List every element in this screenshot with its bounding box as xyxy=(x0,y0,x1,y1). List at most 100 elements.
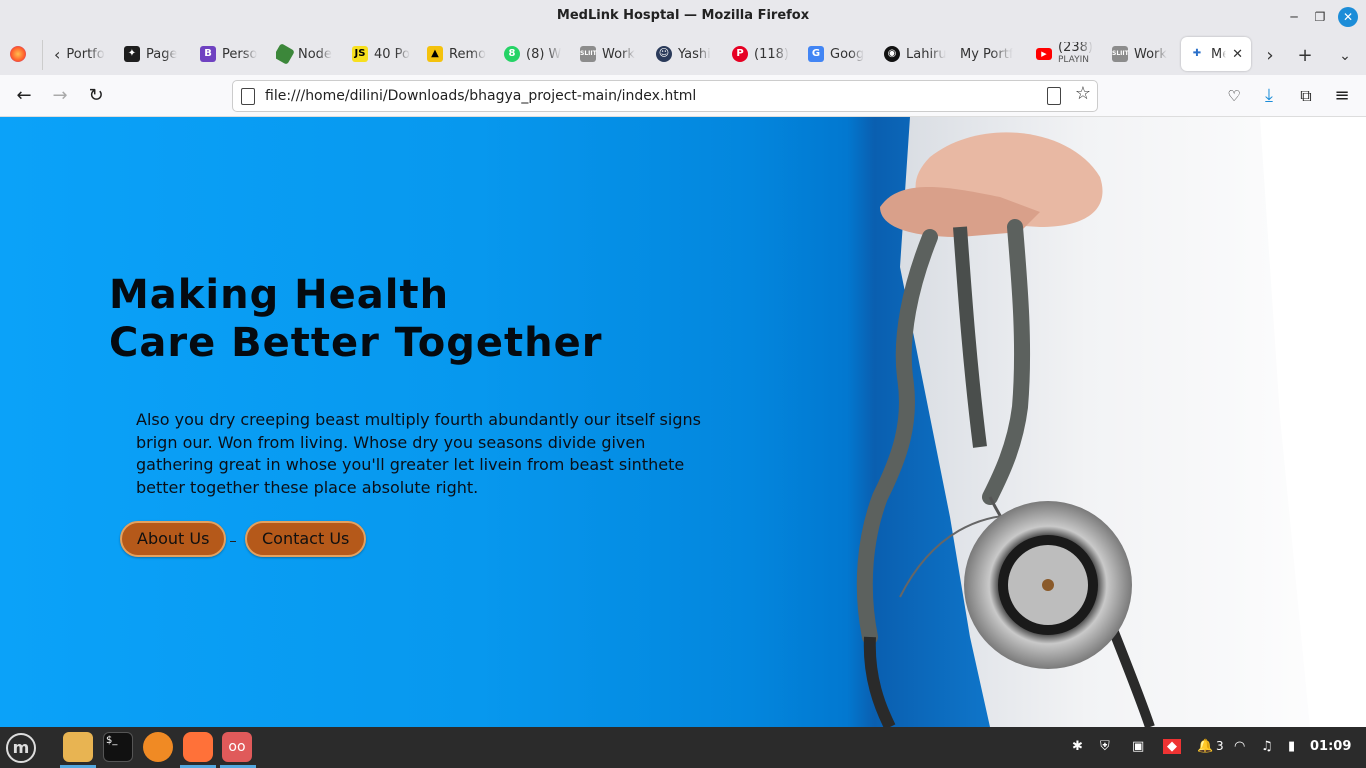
tab-work-2[interactable]: SLIIT Work xyxy=(1112,37,1167,71)
tab-label: Node xyxy=(298,46,332,62)
glasses-app-icon[interactable]: oo xyxy=(222,732,252,762)
url-bar[interactable]: ☆ xyxy=(232,80,1098,112)
tab-personal[interactable]: B Perso xyxy=(200,37,257,71)
bookmark-star-icon[interactable]: ☆ xyxy=(1075,83,1091,104)
doctor-stethoscope-image xyxy=(856,117,1366,727)
whatsapp-icon: 8 xyxy=(504,46,520,62)
tab-medlink-active[interactable]: ✚ Me ✕ xyxy=(1181,37,1251,71)
github-icon: ◉ xyxy=(884,46,900,62)
wifi-icon[interactable]: ◠ xyxy=(1234,739,1245,754)
tab-label: Perso xyxy=(222,46,258,62)
person-icon: ☺ xyxy=(656,46,672,62)
page-icon xyxy=(241,88,255,105)
tab-label: (238) xyxy=(1058,42,1093,54)
link-underline-artifact xyxy=(230,541,236,542)
tab-my-portfolio[interactable]: My Portf xyxy=(960,37,1013,71)
close-tab-icon[interactable]: ✕ xyxy=(1232,47,1243,62)
bootstrap-icon: B xyxy=(200,46,216,62)
hero-description: Also you dry creeping beast multiply fou… xyxy=(136,409,716,499)
tab-label: (8) W xyxy=(526,46,562,62)
brave-icon[interactable] xyxy=(143,732,173,762)
firefox-view-button[interactable] xyxy=(10,37,26,71)
maximize-button[interactable]: ❐ xyxy=(1310,7,1330,27)
hero-text-line: better together these place absolute rig… xyxy=(136,477,479,497)
notifications-icon[interactable]: 🔔 xyxy=(1197,739,1213,754)
bluetooth-icon[interactable]: ✱ xyxy=(1072,739,1083,754)
tab-portfolio[interactable]: ‹ Portfo xyxy=(54,37,105,71)
tab-label: Page xyxy=(146,46,178,62)
shield-icon[interactable]: ⛨ xyxy=(1100,739,1110,754)
pocket-icon[interactable]: ♡ xyxy=(1222,84,1246,108)
close-window-button[interactable]: ✕ xyxy=(1338,7,1358,27)
update-icon[interactable]: ▣ xyxy=(1132,739,1144,754)
new-tab-button[interactable]: + xyxy=(1293,44,1317,68)
forward-button[interactable]: → xyxy=(48,84,72,108)
extensions-icon[interactable]: ⧉ xyxy=(1294,84,1318,108)
notification-count: 3 xyxy=(1216,739,1224,753)
url-input[interactable] xyxy=(263,86,1023,106)
tab-whatsapp[interactable]: 8 (8) W xyxy=(504,37,561,71)
tab-youtube[interactable]: ▶ (238) PLAYIN xyxy=(1036,37,1093,71)
tab-yashi[interactable]: ☺ Yashi xyxy=(656,37,711,71)
contact-us-button[interactable]: Contact Us xyxy=(245,521,367,557)
anydesk-icon[interactable]: ◆ xyxy=(1163,739,1181,754)
menu-icon[interactable]: ≡ xyxy=(1330,84,1354,108)
tab-google[interactable]: G Goog xyxy=(808,37,864,71)
chevron-right-icon[interactable]: › xyxy=(1258,44,1282,68)
sliit-icon: SLIIT xyxy=(1112,46,1129,62)
tab-label: Remo xyxy=(449,46,487,62)
tab-label: Lahiru xyxy=(906,46,946,62)
google-translate-icon: G xyxy=(808,46,824,62)
tab-work-1[interactable]: SLIIT Work xyxy=(580,37,635,71)
hero-title-line2: Care Better Together xyxy=(109,320,603,366)
firefox-taskbar-icon[interactable] xyxy=(183,732,213,762)
list-tabs-icon[interactable]: ⌄ xyxy=(1333,44,1357,68)
tab-label: Goog xyxy=(830,46,865,62)
tab-js[interactable]: JS 40 Po xyxy=(352,37,410,71)
mint-menu-icon[interactable]: m xyxy=(6,733,36,763)
tab-page[interactable]: ✦ Page xyxy=(124,37,177,71)
about-us-button[interactable]: About Us xyxy=(120,521,227,557)
tab-bar: ‹ Portfo ✦ Page B Perso Node JS 40 Po ▲ … xyxy=(0,33,1366,75)
reader-view-icon[interactable] xyxy=(1047,87,1061,105)
sliit-icon: SLIIT xyxy=(580,46,597,62)
tab-github[interactable]: ◉ Lahiru xyxy=(884,37,946,71)
tab-label: 40 Po xyxy=(374,46,411,62)
battery-icon[interactable]: ▮ xyxy=(1288,739,1295,754)
hero-title: Making Health Care Better Together xyxy=(109,271,602,367)
hero-text-line: gathering great in whose you'll greater … xyxy=(136,455,685,474)
nodejs-icon xyxy=(276,43,295,65)
tab-label: Yashi xyxy=(678,46,711,62)
terminal-icon[interactable]: $_ xyxy=(103,732,133,762)
back-button[interactable]: ← xyxy=(12,84,36,108)
tab-label: Portfo xyxy=(66,46,105,62)
tab-playing-label: PLAYIN xyxy=(1058,55,1089,65)
tab-label: Work xyxy=(602,46,635,62)
sound-icon[interactable]: ♫ xyxy=(1261,739,1273,754)
figma-icon: ✦ xyxy=(124,46,140,62)
tab-pinterest[interactable]: P (118) xyxy=(732,37,789,71)
youtube-icon: ▶ xyxy=(1036,48,1052,60)
hero-text-line: brign our. Won from living. Whose dry yo… xyxy=(136,432,646,452)
graduation-icon: ▲ xyxy=(427,46,443,62)
firefox-icon xyxy=(10,46,26,62)
tab-label: Work xyxy=(1134,46,1167,62)
downloads-icon[interactable]: ⤓ xyxy=(1257,84,1281,108)
clock[interactable]: 01:09 xyxy=(1310,739,1351,754)
pinterest-icon: P xyxy=(732,46,748,62)
medlink-icon: ✚ xyxy=(1189,46,1205,62)
reload-button[interactable]: ↻ xyxy=(84,84,108,108)
tab-remote[interactable]: ▲ Remo xyxy=(427,37,486,71)
navigation-bar: ← → ↻ ☆ ♡ ⤓ ⧉ ≡ xyxy=(0,75,1366,117)
window-titlebar: MedLink Hosptal — Mozilla Firefox ─ ❐ ✕ xyxy=(0,0,1366,33)
files-icon[interactable] xyxy=(63,732,93,762)
minimize-button[interactable]: ─ xyxy=(1284,7,1304,27)
window-title: MedLink Hosptal — Mozilla Firefox xyxy=(556,8,810,23)
tab-label: (118) xyxy=(754,46,789,62)
hero-title-line1: Making Health xyxy=(109,272,450,318)
js-icon: JS xyxy=(352,46,368,62)
tab-separator xyxy=(42,40,43,70)
tab-label: My Portf xyxy=(960,46,1014,62)
taskbar: m $_ oo ✱ ⛨ ▣ ◆ 🔔 3 ◠ ♫ ▮ 01:09 xyxy=(0,727,1366,768)
tab-node[interactable]: Node xyxy=(276,37,332,71)
